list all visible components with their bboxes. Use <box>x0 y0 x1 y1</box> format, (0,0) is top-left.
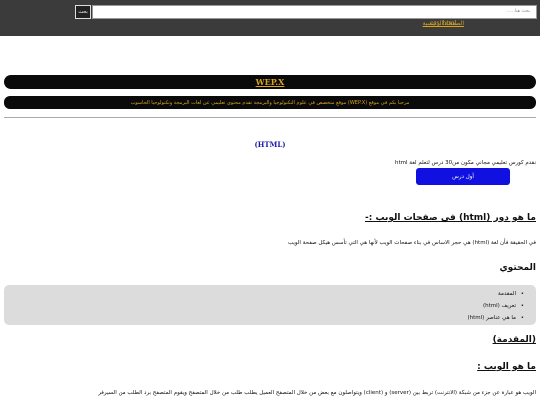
bullet-icon: • <box>520 303 524 309</box>
course-intro: نقدم كورس تعليمي مجاني مكون من30 درس لتع… <box>395 160 536 166</box>
section-heading-web: ما هو الويب : <box>477 362 536 372</box>
section-text-web: الويب هو عبارة عن جزء من شبكة (الانترنت)… <box>98 390 536 396</box>
welcome-bar: مرحبا بكم في موقع (WEP.X) موقع متخصص في … <box>4 96 536 109</box>
toc-item[interactable]: • المقدمة <box>10 288 530 300</box>
bullet-icon: • <box>520 315 524 321</box>
toc-item-label[interactable]: المقدمة <box>498 291 516 297</box>
section-heading-role: ما هو دور (html) في صفحات الويب :- <box>364 213 536 223</box>
section-text-role: في الحقيقة فأن لغة (html) هي حجر الاساس … <box>287 240 536 246</box>
toc-item-label[interactable]: ما هي عناصر (html) <box>467 315 516 321</box>
toc-item[interactable]: • ما هي عناصر (html) <box>10 312 530 324</box>
table-of-contents: • المقدمة • تعريف (html) • ما هي عناصر (htm… <box>4 285 536 325</box>
section-heading-intro: (المقدمة) <box>492 335 536 345</box>
search-button[interactable]: بحث <box>75 5 91 19</box>
toc-item-label[interactable]: تعريف (html) <box>483 303 516 309</box>
nav-link-home[interactable]: الصفحة الرئيسية <box>423 20 464 27</box>
welcome-text: مرحبا بكم في موقع (WEP.X) موقع متخصص في … <box>130 99 410 106</box>
divider <box>4 117 536 118</box>
contents-heading: المحتوي <box>499 263 536 273</box>
brand-logo-link[interactable]: WEP.X <box>256 77 285 87</box>
bullet-icon: • <box>520 291 524 297</box>
top-navbar: بحث بحث هنا...... html css الصفحة الرئيس… <box>0 0 540 36</box>
first-lesson-button[interactable]: أول درس <box>416 168 510 185</box>
course-title: (HTML) <box>254 140 286 149</box>
toc-item[interactable]: • تعريف (html) <box>10 300 530 312</box>
search-input[interactable]: بحث هنا...... <box>92 5 537 19</box>
brand-bar: WEP.X <box>4 75 536 89</box>
